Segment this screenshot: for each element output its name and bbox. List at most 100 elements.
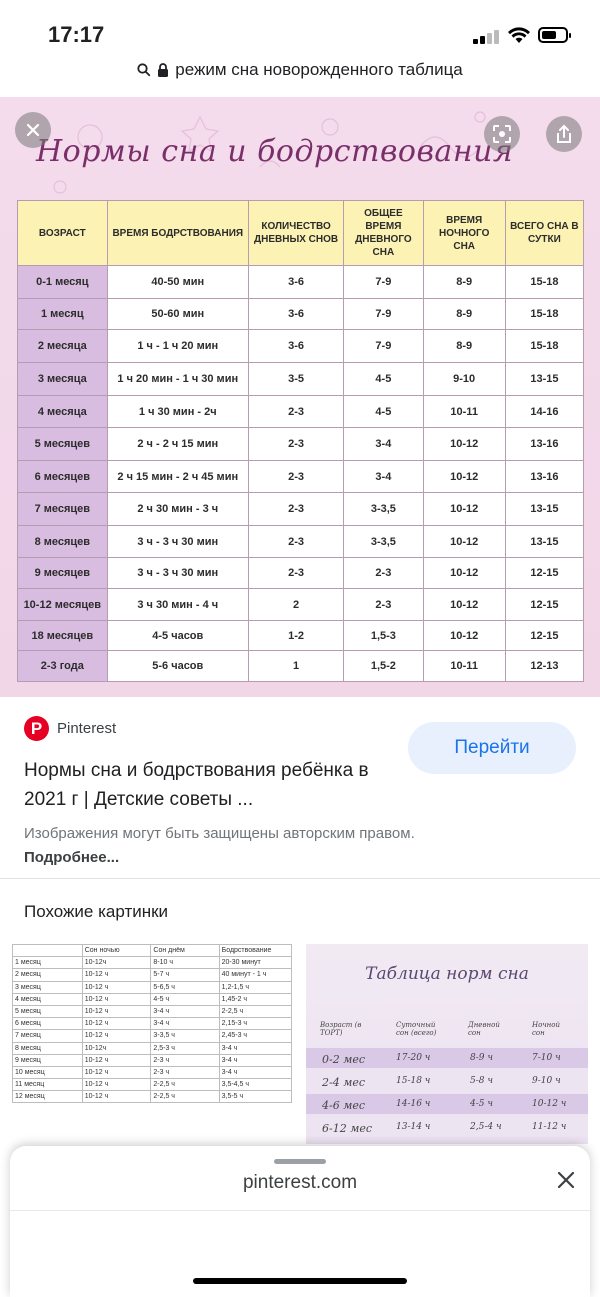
table-cell: 4-5 часов (106, 620, 249, 651)
table-cell: 8-9 (422, 329, 506, 363)
thumbnail-row: 2-4 мес 15-18 ч 5-8 ч 9-10 ч (306, 1071, 588, 1091)
table-cell: 15-18 (504, 329, 585, 363)
thumbnail-row: 6-12 мес 13-14 ч 2,5-4 ч 11-12 ч (306, 1117, 588, 1137)
thumbnail-cell: 2-2,5 ч (218, 1004, 292, 1019)
table-cell: 13-15 (504, 362, 585, 396)
table-cell: 2-3 (247, 427, 345, 461)
thumbnail-cell: 10-12 ч (81, 1017, 152, 1031)
lens-icon (493, 125, 511, 143)
table-cell: 3-6 (247, 298, 345, 330)
thumbnail-cell: 3-3,5 ч (150, 1029, 220, 1043)
source-row[interactable]: P Pinterest (24, 716, 116, 741)
table-cell: 2 ч - 2 ч 15 мин (106, 427, 249, 461)
thumbnail-cell: 17-20 ч (396, 1053, 431, 1063)
table-cell: 3-4 (343, 427, 424, 461)
search-icon (137, 63, 151, 77)
sheet-handle[interactable] (274, 1159, 326, 1164)
table-cell: 2-3 (247, 492, 345, 526)
close-preview-button[interactable] (15, 112, 51, 148)
table-cell: 10-12 (422, 588, 506, 621)
pinterest-logo-icon: P (24, 716, 49, 741)
table-cell: 3 ч - 3 ч 30 мин (106, 557, 249, 589)
thumbnail-row: 4 месяц 10-12 ч 4-5 ч 1,45-2 ч (12, 992, 292, 1006)
copyright-text: Изображения могут быть защищены авторски… (24, 825, 415, 842)
thumbnail-cell: 10-12 ч (81, 1004, 152, 1019)
table-header-cell: КОЛИЧЕСТВО ДНЕВНЫХ СНОВ (247, 200, 345, 266)
age-cell: 3 месяца (17, 362, 108, 396)
home-indicator[interactable] (193, 1278, 407, 1284)
thumbnail-cell: 4 месяц (12, 992, 83, 1006)
age-cell: 4 месяца (17, 395, 108, 428)
table-row: 2-3 года 5-6 часов 1 1,5-2 10-11 12-13 (17, 650, 585, 682)
thumbnail-cell: Сон ночью (81, 944, 152, 958)
thumbnail-row: 9 месяц 10-12 ч 2-3 ч 3-4 ч (12, 1053, 292, 1067)
similar-thumbnail-1[interactable]: Сон ночью Сон днём Бодрствование 1 месяц 10-… (12, 944, 292, 1144)
url-text: режим сна новорожденного таблица (175, 60, 463, 79)
status-bar: 17:17 (0, 0, 600, 60)
thumbnail-cell: 10-12 ч (532, 1099, 567, 1109)
lens-button[interactable] (484, 116, 520, 152)
table-cell: 12-13 (504, 650, 585, 682)
copyright-notice: Изображения могут быть защищены авторски… (24, 822, 444, 870)
table-cell: 2-3 (247, 395, 345, 428)
thumbnail-cell: 5-8 ч (470, 1076, 493, 1086)
share-button[interactable] (546, 116, 582, 152)
table-cell: 3-3,5 (343, 492, 424, 526)
thumbnail-row: 12 месяц 10-12 ч 2-2,5 ч 3,5-5 ч (12, 1090, 292, 1104)
address-bar[interactable]: режим сна новорожденного таблица (0, 60, 600, 94)
table-cell: 50-60 мин (106, 298, 249, 330)
thumbnail-cell: 10-12 ч (81, 1078, 152, 1092)
thumbnail-cell: 10-12ч (81, 1041, 152, 1055)
sheet-url: pinterest.com (242, 1172, 358, 1193)
sheet-divider (10, 1210, 590, 1211)
thumbnail-cell: 3 месяц (12, 980, 83, 994)
table-row: 8 месяцев 3 ч - 3 ч 30 мин 2-3 3-3,5 10-12 13… (17, 525, 585, 558)
table-cell: 3-5 (247, 362, 345, 396)
sheet-close-button[interactable] (553, 1167, 579, 1193)
thumbnail-cell: 1,2-1,5 ч (218, 980, 292, 994)
table-cell: 2 ч 30 мин - 3 ч (106, 492, 249, 526)
thumbnail-row: Сон ночью Сон днём Бодрствование (12, 944, 292, 958)
table-cell: 1 ч 20 мин - 1 ч 30 мин (106, 362, 249, 396)
thumbnail-cell: 10-12 ч (81, 992, 152, 1006)
table-cell: 5-6 часов (106, 650, 249, 682)
close-icon (557, 1171, 575, 1189)
age-cell: 8 месяцев (17, 525, 108, 558)
learn-more-link[interactable]: Подробнее... (24, 849, 119, 866)
similar-thumbnail-2[interactable]: Таблица норм сна Возраст (в ТОРТ) Суточн… (306, 944, 588, 1144)
table-cell: 40-50 мин (106, 265, 249, 299)
thumbnail-cell: 0-2 мес (322, 1053, 366, 1066)
cellular-signal-icon (473, 28, 499, 44)
table-cell: 1 (247, 650, 345, 682)
thumbnail-row: 1 месяц 10-12ч 8-10 ч 20-30 минут (12, 956, 292, 970)
thumbnail-cell: 40 минут - 1 ч (218, 968, 292, 982)
thumbnail-cell: 10-12 ч (81, 1090, 152, 1104)
result-title[interactable]: Нормы сна и бодрствования ребёнка в 2021… (24, 756, 394, 814)
thumbnail-cell: 5-7 ч (150, 968, 220, 982)
table-cell: 13-16 (504, 427, 585, 461)
close-icon (26, 123, 40, 137)
thumbnail-cell: 12 месяц (12, 1090, 83, 1104)
table-row: 0-1 месяц 40-50 мин 3-6 7-9 8-9 15-18 (17, 265, 585, 299)
sleep-norms-table: ВОЗРАСТ ВРЕМЯ БОДРСТВОВАНИЯ КОЛИЧЕСТВО ДНЕ… (17, 200, 585, 682)
table-cell: 1-2 (247, 620, 345, 651)
table-cell: 10-12 (422, 492, 506, 526)
table-cell: 12-15 (504, 588, 585, 621)
thumbnail-cell: 10-12 ч (81, 1053, 152, 1067)
thumbnail-cell (12, 944, 83, 958)
visit-button[interactable]: Перейти (408, 722, 576, 774)
bottom-sheet[interactable] (10, 1146, 590, 1297)
thumbnail-cell: 6 месяц (12, 1017, 83, 1031)
source-name: Pinterest (57, 720, 117, 737)
age-cell: 1 месяц (17, 298, 108, 330)
table-header-cell: ОБЩЕЕ ВРЕМЯ ДНЕВНОГО СНА (343, 200, 424, 266)
thumbnail-cell: 2,15-3 ч (218, 1017, 292, 1031)
age-cell: 2-3 года (17, 650, 108, 682)
table-cell: 10-12 (422, 460, 506, 493)
table-cell: 15-18 (504, 298, 585, 330)
table-cell: 2-3 (247, 525, 345, 558)
thumbnail-cell: 10-12 ч (81, 1029, 152, 1043)
thumbnail-cell: 2,45-3 ч (218, 1029, 292, 1043)
age-cell: 7 месяцев (17, 492, 108, 526)
thumbnail-cell: 8 месяц (12, 1041, 83, 1055)
